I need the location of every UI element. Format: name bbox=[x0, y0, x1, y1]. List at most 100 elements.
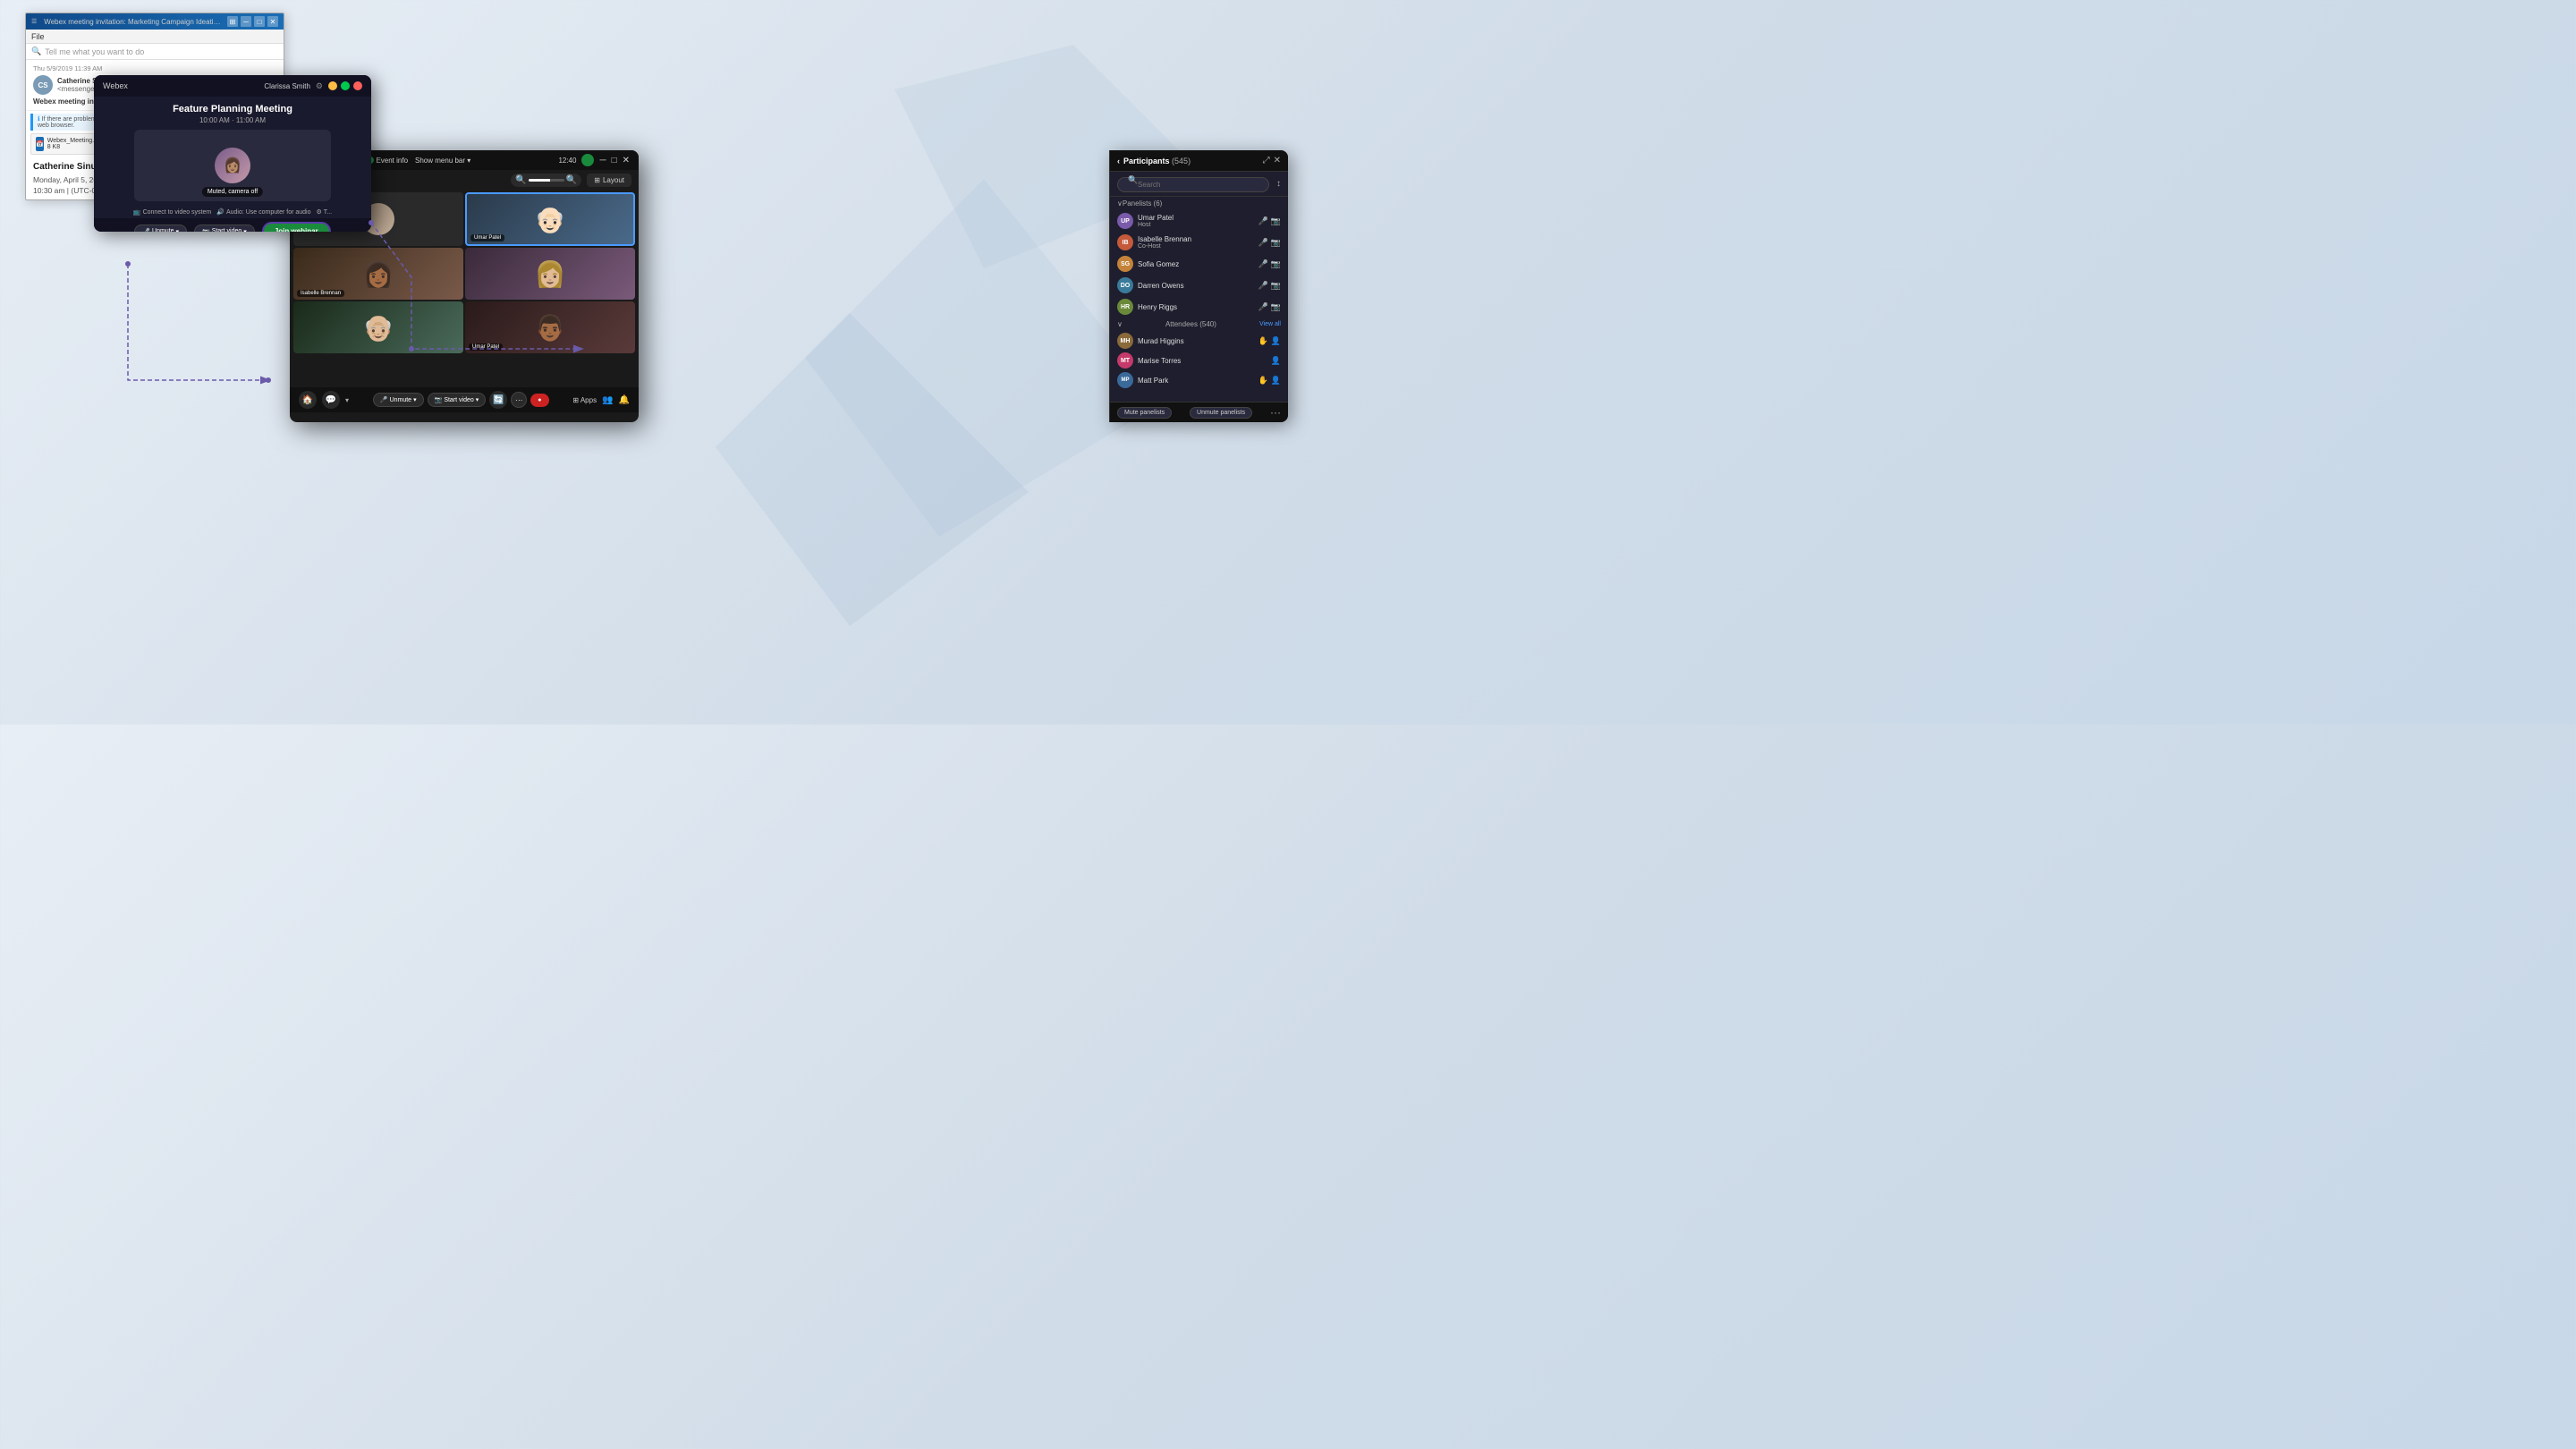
maximize-btn[interactable] bbox=[341, 81, 350, 90]
minimize-button[interactable]: ─ bbox=[599, 156, 606, 165]
event-info-button[interactable]: Event info bbox=[367, 157, 408, 165]
mic-icon: 🎤 bbox=[380, 396, 388, 403]
maximize-button[interactable]: □ bbox=[612, 156, 617, 165]
attendee-icon: 👤 bbox=[1271, 336, 1281, 346]
more-options-button[interactable]: ··· bbox=[511, 392, 527, 408]
webex-prejoin-content: Feature Planning Meeting 10:00 AM · 11:0… bbox=[94, 97, 371, 218]
zoom-out-button[interactable]: 🔍 bbox=[515, 175, 526, 185]
settings-option[interactable]: ⚙ T... bbox=[317, 208, 333, 216]
matt-avatar: MP bbox=[1117, 372, 1133, 388]
participants-search-input[interactable] bbox=[1117, 177, 1269, 192]
minimize-btn[interactable] bbox=[328, 81, 337, 90]
layout-button[interactable]: ⊞ Layout bbox=[587, 174, 631, 187]
chevron-down-icon: ▾ bbox=[467, 157, 470, 165]
chevron-down-icon: ∨ bbox=[1117, 320, 1123, 328]
zoom-slider[interactable] bbox=[529, 179, 564, 182]
start-video-button[interactable]: 📷 Start video ▾ bbox=[194, 225, 255, 233]
umar-name: Umar Patel bbox=[1138, 214, 1254, 222]
audio-option[interactable]: 🔊 Audio: Use computer for audio bbox=[216, 208, 310, 216]
unmute-panelists-button[interactable]: Unmute panelists bbox=[1190, 407, 1252, 419]
chat-button[interactable]: 💬 bbox=[322, 391, 340, 409]
attendees-section-header[interactable]: ∨ Attendees (540) View all bbox=[1110, 318, 1288, 331]
prejoin-meeting-title: Feature Planning Meeting bbox=[173, 104, 292, 114]
marise-name: Marise Torres bbox=[1138, 357, 1267, 365]
webex-controls-row: 📺 Connect to video system 🔊 Audio: Use c… bbox=[124, 206, 341, 218]
henry-info: Henry Riggs bbox=[1138, 303, 1254, 311]
participants-title: ‹ Participants (545) bbox=[1117, 157, 1191, 165]
cam-icon: 📷 bbox=[1271, 216, 1281, 226]
chevron-down-icon: ▾ bbox=[176, 228, 180, 233]
murad-controls: ✋ 👤 bbox=[1258, 336, 1281, 346]
panelists-section-header[interactable]: ∨ Panelists (6) bbox=[1110, 197, 1288, 210]
video-cell-isabelle: 👩🏾 Isabelle Brennan bbox=[293, 248, 463, 300]
matt-name: Matt Park bbox=[1138, 377, 1254, 385]
join-webinar-main-button[interactable]: Join webinar bbox=[262, 222, 331, 232]
settings-gear-icon: ⚙ bbox=[317, 208, 322, 216]
close-btn[interactable]: ✕ bbox=[267, 16, 278, 27]
file-menu[interactable]: File bbox=[31, 32, 45, 41]
participants-search-area: 🔍 ↕ bbox=[1110, 172, 1288, 197]
darren-info: Darren Owens bbox=[1138, 282, 1254, 290]
search-icon: 🔍 bbox=[1128, 175, 1138, 185]
unmute-control-button[interactable]: 🎤 Unmute ▾ bbox=[373, 393, 424, 407]
matt-info: Matt Park bbox=[1138, 377, 1254, 385]
search-wrapper: 🔍 bbox=[1117, 175, 1269, 192]
notifications-icon[interactable]: 🔔 bbox=[619, 395, 630, 405]
mic-icon: 🎤 bbox=[1258, 216, 1268, 226]
panelist-darren: DO Darren Owens 🎤 📷 bbox=[1110, 275, 1288, 296]
zoom-in-button[interactable]: 🔍 bbox=[566, 175, 577, 185]
view-all-link[interactable]: View all bbox=[1259, 321, 1281, 327]
start-video-control-button[interactable]: 📷 Start video ▾ bbox=[428, 393, 487, 407]
bottom-bar-right: ⊞ Apps 👥 🔔 bbox=[572, 395, 630, 405]
bottom-bar-center: 🎤 Unmute ▾ 📷 Start video ▾ 🔄 ··· ● bbox=[373, 391, 549, 409]
connect-video-option[interactable]: 📺 Connect to video system bbox=[133, 208, 211, 216]
umar-avatar: UP bbox=[1117, 213, 1133, 229]
chevron-down-icon: ▾ bbox=[476, 396, 479, 403]
end-call-button[interactable]: ● bbox=[530, 394, 548, 407]
sofia-controls: 🎤 📷 bbox=[1258, 259, 1281, 269]
grid-view-btn[interactable]: ⊞ bbox=[227, 16, 238, 27]
sort-button[interactable]: ↕ bbox=[1276, 179, 1281, 189]
mic-icon: 🎤 bbox=[1258, 281, 1268, 291]
toolbar-search-placeholder[interactable]: Tell me what you want to do bbox=[45, 47, 144, 56]
clock-display: 12:40 bbox=[558, 157, 576, 165]
chevron-down-icon: ▾ bbox=[413, 396, 417, 403]
participants-icon[interactable]: 👥 bbox=[602, 395, 613, 405]
panelist-henry: HR Henry Riggs 🎤 📷 bbox=[1110, 296, 1288, 318]
panelists-label: Panelists (6) bbox=[1123, 199, 1162, 208]
panelist-umar: UP Umar Patel Host 🎤 📷 bbox=[1110, 210, 1288, 232]
umar-bottom-name-tag: Umar Patel bbox=[469, 343, 503, 351]
search-icon: 🔍 bbox=[31, 47, 41, 56]
isabelle-info: Isabelle Brennan Co-Host bbox=[1138, 235, 1254, 250]
outlook-window-controls: ⊞ ─ □ ✕ bbox=[227, 16, 278, 27]
attendee-icon: 👤 bbox=[1271, 356, 1281, 366]
webex-prejoin-titlebar: Webex Clarissa Smith ⚙ bbox=[94, 75, 371, 97]
close-panel-button[interactable]: ✕ bbox=[1274, 156, 1281, 165]
isabelle-name-tag: Isabelle Brennan bbox=[297, 290, 344, 297]
reactions-button[interactable]: 🔄 bbox=[489, 391, 507, 409]
more-participants-options-button[interactable]: ··· bbox=[1270, 406, 1281, 419]
isabelle-name: Isabelle Brennan bbox=[1138, 235, 1254, 243]
panelist-isabelle: IB Isabelle Brennan Co-Host 🎤 📷 bbox=[1110, 232, 1288, 253]
attachment-icon: 📅 bbox=[36, 137, 44, 151]
attachment-box[interactable]: 📅 Webex_Meeting.ics 8 K8 bbox=[30, 133, 102, 155]
apps-button[interactable]: ⊞ Apps bbox=[572, 396, 597, 404]
maximize-btn[interactable]: □ bbox=[254, 16, 265, 27]
close-button[interactable]: ✕ bbox=[623, 156, 630, 165]
user-avatar-preview: 👩🏽 bbox=[215, 148, 250, 183]
minimize-btn[interactable]: ─ bbox=[241, 16, 251, 27]
show-menu-button[interactable]: Show menu bar ▾ bbox=[415, 157, 470, 165]
raise-hand-icon: ✋ bbox=[1258, 376, 1268, 386]
cam-icon: 📷 bbox=[1271, 238, 1281, 248]
close-btn[interactable] bbox=[353, 81, 362, 90]
matt-controls: ✋ 👤 bbox=[1258, 376, 1281, 386]
isabelle-avatar: IB bbox=[1117, 234, 1133, 250]
expand-panel-button[interactable]: ⤢ bbox=[1263, 156, 1270, 165]
webex-user-name: Clarissa Smith bbox=[264, 82, 310, 90]
bottom-bar-left: 🏠 💬 ▾ bbox=[299, 391, 349, 409]
murad-name: Murad Higgins bbox=[1138, 337, 1254, 345]
unmute-button[interactable]: 🎤 Unmute ▾ bbox=[134, 225, 187, 233]
mute-panelists-button[interactable]: Mute panelists bbox=[1117, 407, 1172, 419]
webex-home-button[interactable]: 🏠 bbox=[299, 391, 317, 409]
featured-name-tag: Umar Patel bbox=[470, 234, 504, 242]
